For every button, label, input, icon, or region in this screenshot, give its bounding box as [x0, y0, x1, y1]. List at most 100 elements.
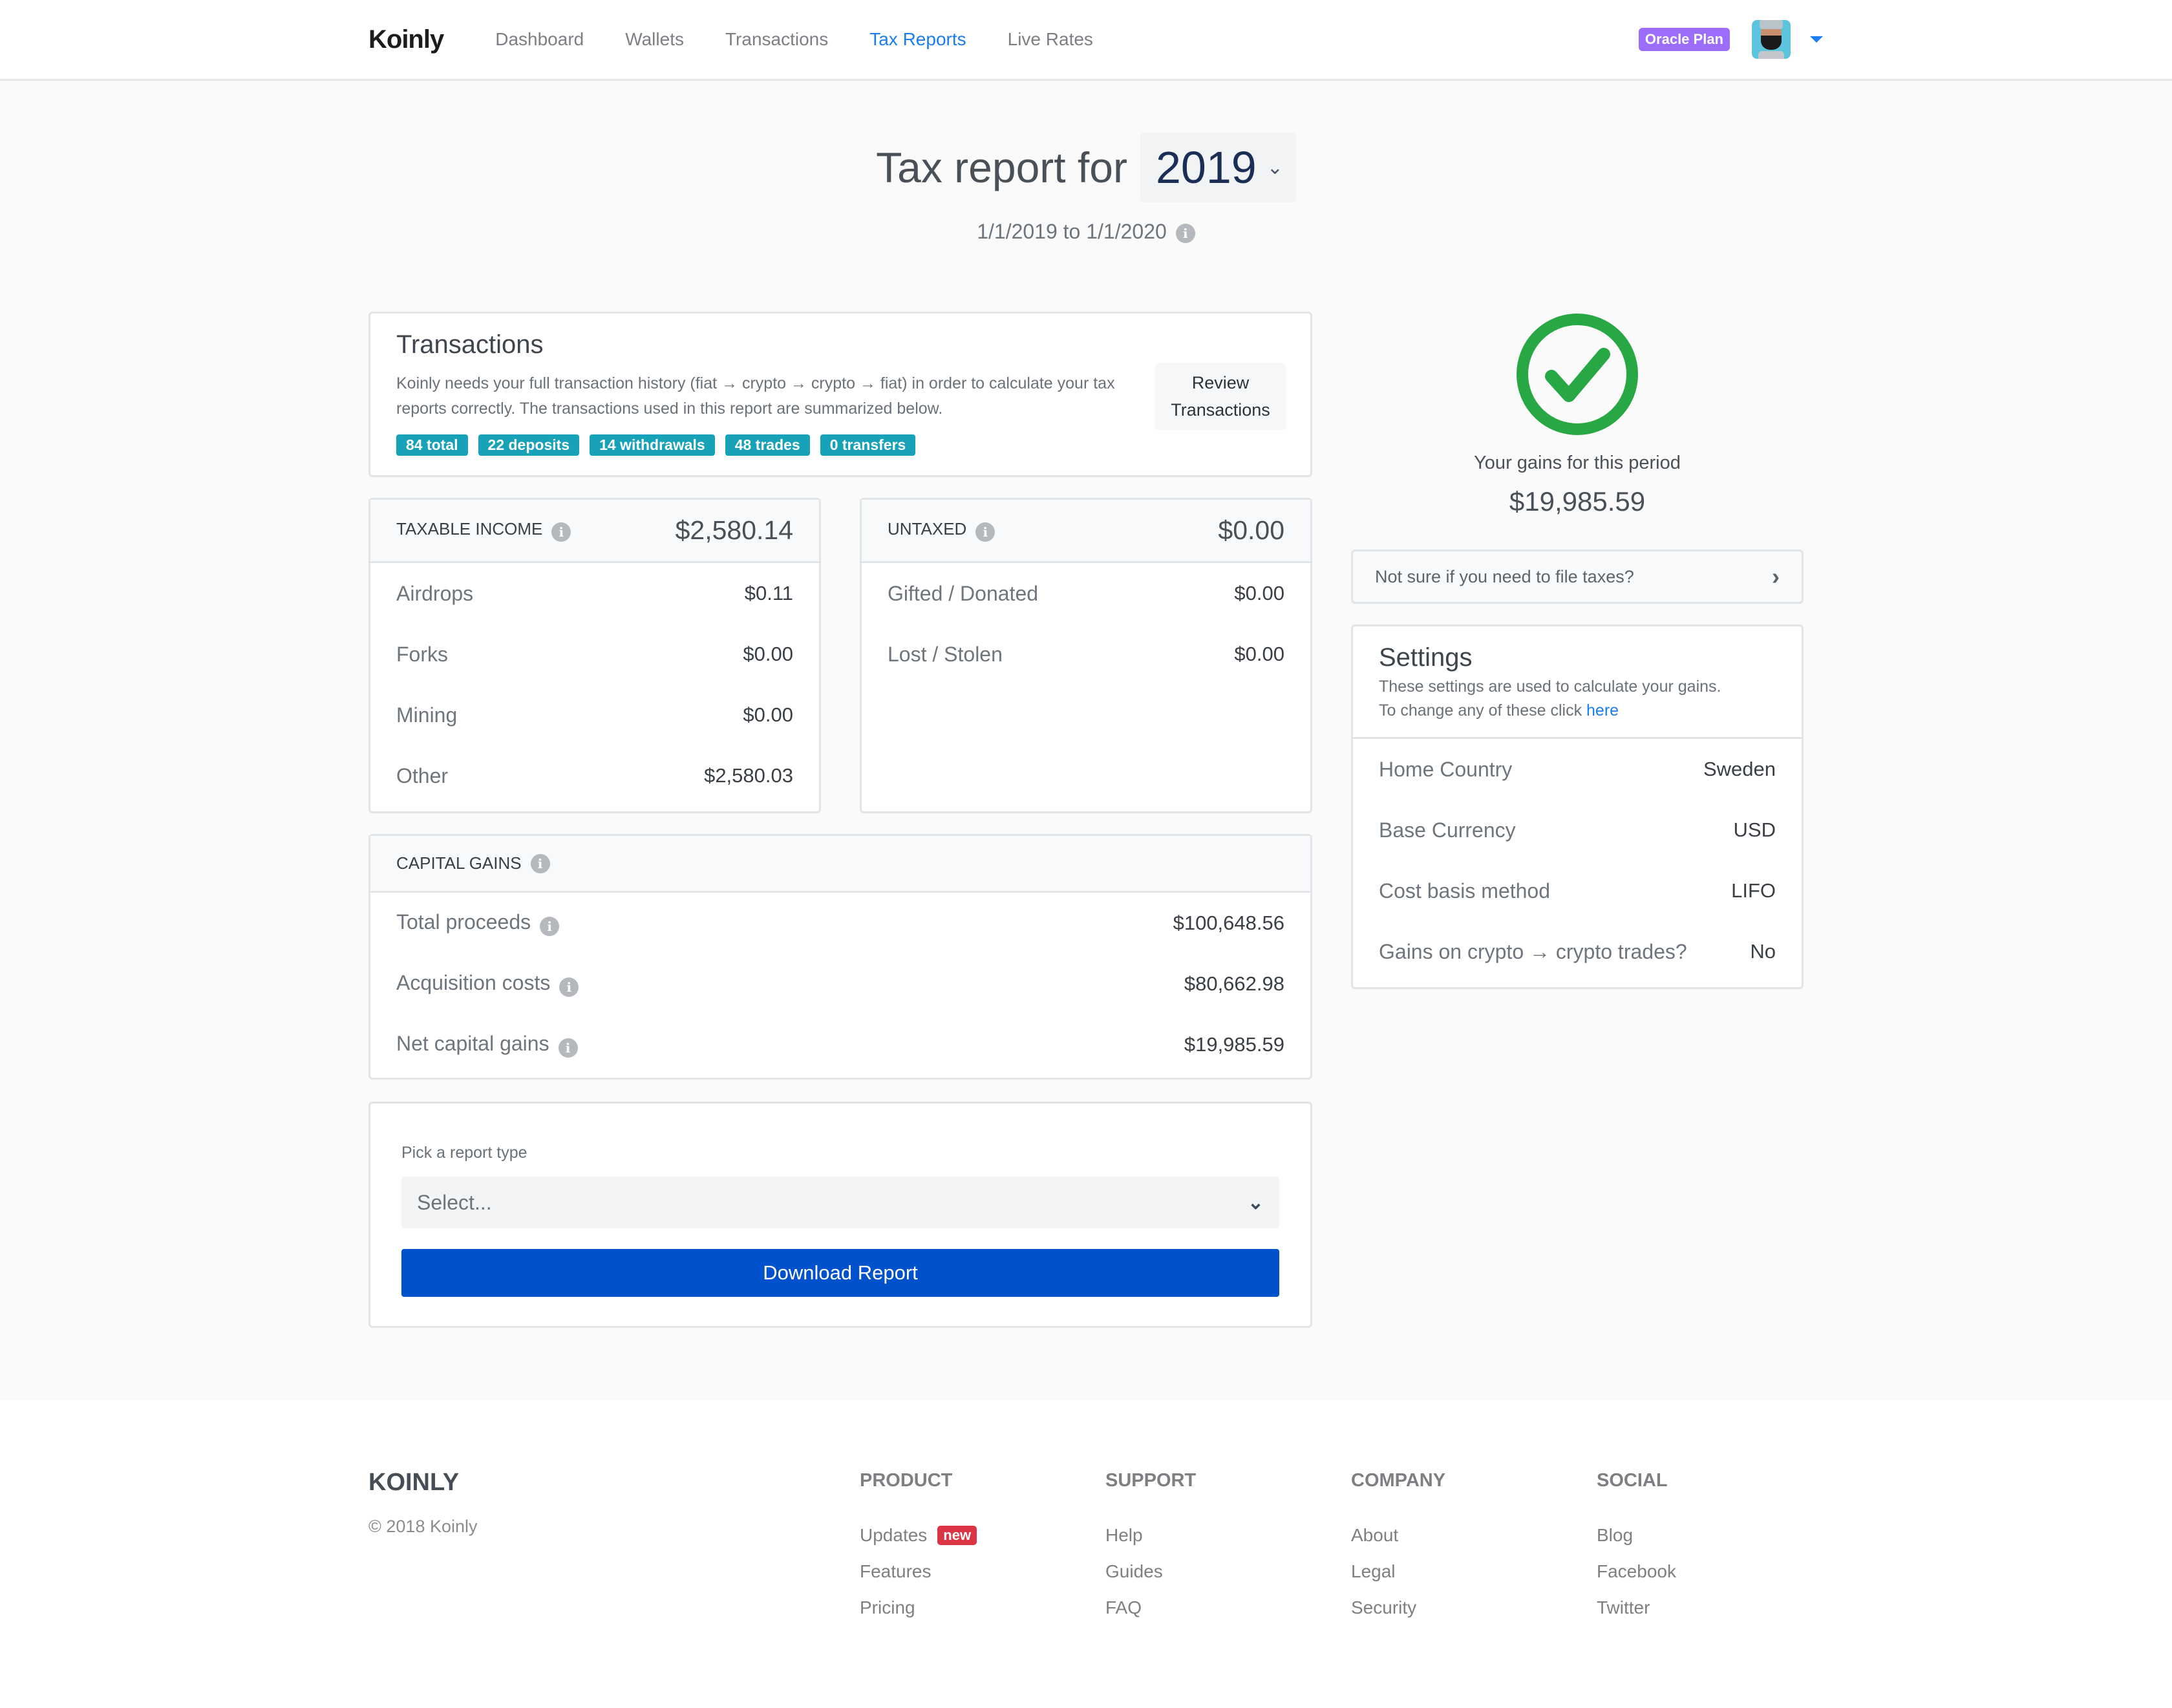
row-value: $19,985.59: [1184, 1033, 1284, 1056]
row-label: Lost / Stolen: [888, 642, 1003, 666]
untaxed-total: $0.00: [1218, 515, 1284, 545]
footer-link-faq[interactable]: FAQ: [1105, 1590, 1196, 1626]
row-label: Airdrops: [396, 581, 474, 605]
footer-link-guides[interactable]: Guides: [1105, 1553, 1196, 1590]
footer-column-company: COMPANY About Legal Security: [1351, 1470, 1445, 1626]
nav-wallets[interactable]: Wallets: [625, 29, 684, 50]
row-value: $2,580.03: [704, 764, 793, 787]
check-circle-icon: [1516, 313, 1639, 436]
untaxed-row: Gifted / Donated $0.00: [862, 563, 1310, 624]
row-label: Cost basis method: [1379, 879, 1551, 902]
row-label: Mining: [396, 703, 458, 727]
info-icon[interactable]: i: [559, 977, 579, 997]
footer-heading: COMPANY: [1351, 1470, 1446, 1491]
page-title-row: Tax report for 2019 ⌄: [0, 133, 2172, 202]
income-row: Forks $0.00: [370, 624, 819, 685]
info-icon[interactable]: i: [975, 522, 996, 542]
footer-link-features[interactable]: Features: [860, 1553, 977, 1590]
avatar-beard: [1761, 36, 1782, 50]
income-row: Airdrops $0.11: [370, 563, 819, 624]
row-label: Base Currency: [1379, 818, 1516, 842]
info-icon[interactable]: i: [1175, 223, 1195, 243]
info-icon[interactable]: i: [558, 1038, 578, 1058]
footer-link-blog[interactable]: Blog: [1597, 1517, 1676, 1553]
capital-gains-row: Net capital gains i $19,985.59: [370, 1014, 1310, 1075]
capital-gains-card: CAPITAL GAINS i Total proceeds i $100,648.5…: [368, 834, 1312, 1080]
info-icon[interactable]: i: [530, 853, 550, 873]
footer-column-social: SOCIAL Blog Facebook Twitter: [1597, 1470, 1676, 1626]
footer-link-about[interactable]: About: [1351, 1517, 1445, 1553]
taxable-income-card: TAXABLE INCOME i $2,580.14 Airdrops $0.11 …: [368, 498, 821, 813]
settings-row: Gains on crypto → crypto trades? No: [1353, 921, 1802, 982]
row-label: Acquisition costs: [396, 971, 551, 995]
row-label: Other: [396, 763, 449, 787]
footer-link-help[interactable]: Help: [1105, 1517, 1196, 1553]
info-icon[interactable]: i: [540, 916, 560, 936]
row-value: $0.00: [1234, 582, 1284, 604]
link-text: Updates: [860, 1525, 928, 1545]
footer-column-product: PRODUCT Updates new Features Pricing: [860, 1470, 977, 1626]
untaxed-row: Lost / Stolen $0.00: [862, 624, 1310, 685]
settings-row: Home Country Sweden: [1353, 739, 1802, 800]
nav-tax-reports[interactable]: Tax Reports: [869, 29, 966, 50]
avatar-cap: [1760, 20, 1783, 29]
nav-transactions[interactable]: Transactions: [725, 29, 828, 50]
review-transactions-button[interactable]: Review Transactions: [1155, 363, 1286, 430]
row-value: $0.00: [1234, 643, 1284, 665]
top-navbar: Koinly Dashboard Wallets Transactions Ta…: [0, 0, 2172, 81]
row-value: $100,648.56: [1173, 912, 1284, 934]
badge-trades: 48 trades: [725, 434, 810, 456]
badge-total: 84 total: [396, 434, 468, 456]
badge-deposits: 22 deposits: [478, 434, 580, 456]
footer-link-pricing[interactable]: Pricing: [860, 1590, 977, 1626]
settings-desc-line2: To change any of these click: [1379, 701, 1582, 720]
year-select[interactable]: 2019 ⌄: [1140, 133, 1296, 202]
row-value: No: [1750, 940, 1776, 963]
settings-title: Settings: [1379, 643, 1473, 672]
chevron-down-icon: ⌄: [1266, 156, 1283, 178]
plan-badge[interactable]: Oracle Plan: [1638, 28, 1730, 51]
footer-link-updates[interactable]: Updates new: [860, 1517, 977, 1553]
info-icon[interactable]: i: [551, 522, 571, 542]
row-value: $0.11: [744, 582, 793, 604]
footer-link-facebook[interactable]: Facebook: [1597, 1553, 1676, 1590]
row-value: $80,662.98: [1184, 972, 1284, 995]
settings-card: Settings These settings are used to calc…: [1351, 624, 1804, 989]
badge-transfers: 0 transfers: [820, 434, 916, 456]
row-value: Sweden: [1703, 758, 1776, 780]
user-menu-caret-icon[interactable]: [1810, 36, 1823, 43]
footer-link-legal[interactable]: Legal: [1351, 1553, 1445, 1590]
footer-logo: KOINLY: [368, 1469, 460, 1496]
untaxed-header: UNTAXED i $0.00: [862, 500, 1310, 563]
row-value: LIFO: [1731, 879, 1776, 902]
footer-heading: SOCIAL: [1597, 1470, 1668, 1491]
file-taxes-link[interactable]: Not sure if you need to file taxes? ›: [1351, 550, 1804, 604]
avatar-body: [1758, 51, 1784, 59]
transactions-description: Koinly needs your full transaction histo…: [396, 374, 1115, 418]
settings-row: Cost basis method LIFO: [1353, 860, 1802, 921]
footer-link-security[interactable]: Security: [1351, 1590, 1445, 1626]
nav-live-rates[interactable]: Live Rates: [1008, 29, 1093, 50]
taxable-income-header: TAXABLE INCOME i $2,580.14: [370, 500, 819, 563]
footer-heading: PRODUCT: [860, 1470, 953, 1491]
taxable-income-label: TAXABLE INCOME: [396, 519, 543, 539]
page-title: Tax report for: [876, 144, 1127, 191]
download-report-button[interactable]: Download Report: [401, 1249, 1279, 1297]
settings-description: These settings are used to calculate you…: [1379, 675, 1776, 723]
koinly-logo[interactable]: Koinly: [368, 25, 444, 54]
chevron-right-icon: ›: [1772, 563, 1780, 590]
report-type-select[interactable]: Select... ⌄: [401, 1177, 1279, 1228]
nav-dashboard[interactable]: Dashboard: [495, 29, 584, 50]
row-label: Total proceeds: [396, 910, 531, 934]
taxable-income-total: $2,580.14: [675, 515, 793, 545]
file-taxes-text: Not sure if you need to file taxes?: [1375, 566, 1634, 586]
transactions-card: Transactions Koinly needs your full tran…: [368, 312, 1312, 477]
new-badge: new: [937, 1526, 977, 1545]
date-range: 1/1/2019 to 1/1/2020 i: [0, 220, 2172, 244]
capital-gains-row: Total proceeds i $100,648.56: [370, 893, 1310, 954]
settings-here-link[interactable]: here: [1586, 701, 1619, 720]
select-placeholder: Select...: [417, 1190, 492, 1214]
user-avatar[interactable]: [1752, 20, 1791, 59]
transactions-title: Transactions: [396, 330, 544, 359]
footer-link-twitter[interactable]: Twitter: [1597, 1590, 1676, 1626]
